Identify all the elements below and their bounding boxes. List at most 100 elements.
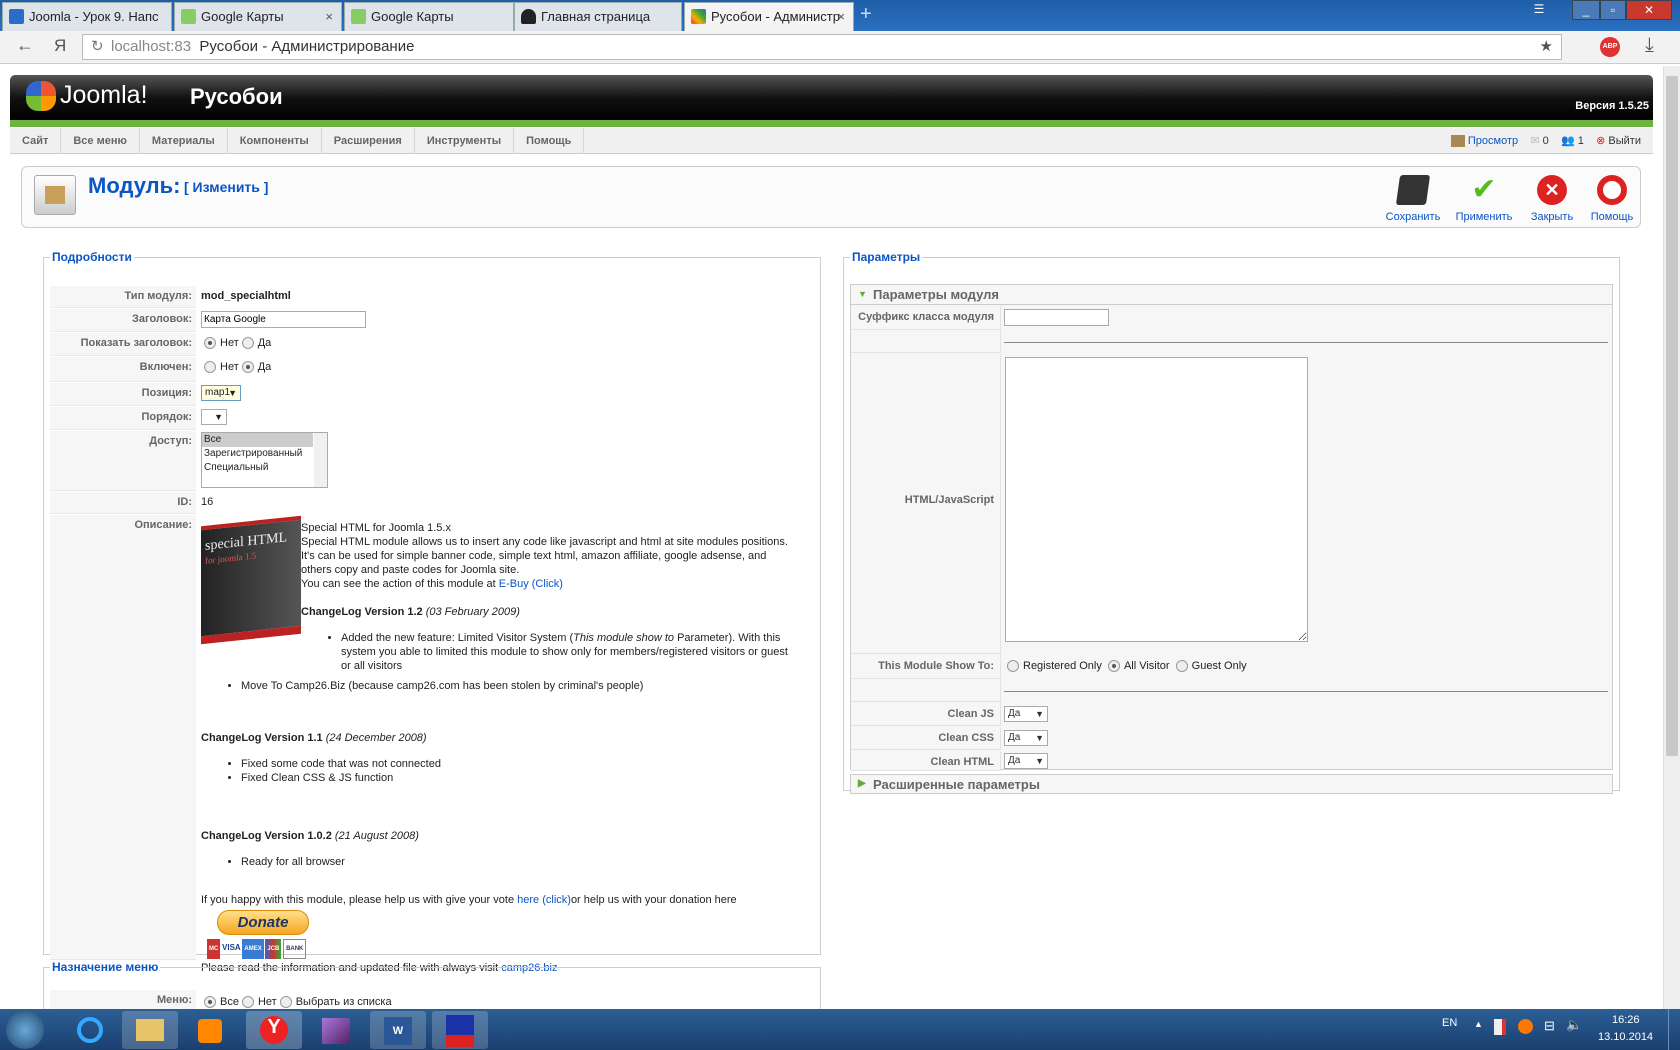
show-desktop-button[interactable] [1668,1009,1680,1050]
close-window-button[interactable]: ✕ [1626,0,1672,20]
flag-icon[interactable] [1494,1019,1506,1035]
registered-only-radio[interactable] [1007,660,1019,673]
enabled-yes-radio[interactable] [241,361,254,374]
tray-app-icon[interactable] [1518,1019,1533,1034]
page-title: Модуль: [88,173,181,198]
enabled-no-radio[interactable] [204,361,216,374]
menus-select-radio[interactable] [279,996,292,1009]
order-select[interactable]: ▼ [201,409,227,425]
tab-title: Joomla - Урок 9. Напс [29,9,159,24]
reload-icon[interactable]: ↻ [91,35,104,59]
menu-item-tools[interactable]: Инструменты [415,128,515,154]
list-item: Fixed Clean CSS & JS function [241,771,800,785]
access-listbox[interactable]: Все Зарегистрированный Специальный [201,432,328,488]
all-visitor-radio[interactable] [1107,660,1120,673]
scrollbar-thumb[interactable] [1666,76,1678,756]
yandex-button[interactable]: Я [54,36,66,56]
access-option[interactable]: Все [202,433,313,447]
position-value: map1 [205,387,231,398]
download-icon[interactable]: ⤓ [1645,34,1654,57]
ebuy-link[interactable]: E-Buy [499,578,529,590]
page-scrollbar[interactable] [1663,66,1680,1009]
users-icon: 👥 [1561,135,1575,147]
bookmark-star-icon[interactable]: ★ [1540,35,1553,59]
row-separator [851,331,1612,353]
menus-all-radio[interactable] [204,996,216,1009]
volume-icon[interactable]: 🔈 [1566,1017,1582,1033]
explorer-icon[interactable] [122,1011,178,1049]
back-button[interactable]: ← [16,35,34,56]
suffix-input[interactable] [1004,309,1109,326]
list-item: Ready for all browser [241,855,800,869]
close-icon[interactable]: × [837,9,845,24]
row-clean-js: Clean JS Да ▼ [851,703,1612,726]
network-icon[interactable]: ⊟ [1544,1018,1555,1034]
floppy-app-icon[interactable] [432,1011,488,1049]
html-javascript-textarea[interactable] [1005,357,1308,642]
save-button[interactable]: Сохранить [1381,175,1445,223]
new-tab-button[interactable]: + [860,3,872,26]
yandex-browser-icon[interactable]: Y [246,1011,302,1049]
browser-tab[interactable]: Google Карты [344,2,514,31]
vote-link[interactable]: here [517,894,539,906]
word-icon[interactable]: W [370,1011,426,1049]
scrollbar[interactable] [314,433,327,487]
minimize-button[interactable]: _ [1572,0,1600,20]
browser-tab[interactable]: Google Карты × [174,2,342,31]
tray-arrow-icon[interactable]: ▲ [1474,1019,1483,1029]
jcb-icon: JCB [265,939,282,959]
menu-item-components[interactable]: Компоненты [228,128,322,154]
title-input[interactable] [201,311,366,328]
menu-item-help[interactable]: Помощь [514,128,585,154]
advanced-params-toggle[interactable]: ▶ Расширенные параметры [850,774,1613,794]
help-label: Помощь [1590,211,1634,223]
changelog-date: (03 February 2009) [425,606,520,618]
donate-button[interactable]: Donate [217,910,309,935]
close-button[interactable]: ✕ Закрыть [1520,175,1584,223]
clock-time[interactable]: 16:26 [1612,1014,1640,1026]
menu-item-content[interactable]: Материалы [140,128,228,154]
start-button[interactable] [6,1011,44,1049]
url-input[interactable]: ↻ localhost:83 Русобои - Администрирован… [82,34,1562,60]
clean-js-select[interactable]: Да ▼ [1004,706,1048,722]
maximize-button[interactable]: ▫ [1600,0,1626,20]
menus-none-radio[interactable] [241,996,254,1009]
radio-label: Registered Only [1023,660,1102,672]
menu-item-extensions[interactable]: Расширения [322,128,415,154]
show-title-yes-radio[interactable] [241,337,254,350]
menu-item-all-menus[interactable]: Все меню [61,128,140,154]
show-title-no-radio[interactable] [204,337,216,350]
messages-count[interactable]: 0 [1543,135,1549,147]
visual-studio-icon[interactable] [308,1011,364,1049]
media-player-icon[interactable] [182,1011,238,1049]
browser-tab-active[interactable]: Русобои - Администр × [684,2,854,31]
apply-button[interactable]: ✔ Применить [1452,175,1516,224]
preview-link[interactable]: Просмотр [1468,135,1518,147]
ebuy-click-link[interactable]: (Click) [532,578,563,590]
browser-tab[interactable]: Joomla - Урок 9. Напс [2,2,172,31]
menu-icon[interactable]: ☰ [1524,0,1554,20]
amex-icon: AMEX [242,939,264,959]
position-select[interactable]: map1 ▼ [201,385,241,401]
site-icon [9,9,24,24]
clean-css-select[interactable]: Да ▼ [1004,730,1048,746]
guest-only-radio[interactable] [1175,660,1188,673]
ie-icon[interactable] [62,1011,118,1049]
adblock-icon[interactable]: ABP [1600,37,1620,57]
clock-date[interactable]: 13.10.2014 [1598,1031,1653,1043]
language-indicator[interactable]: EN [1442,1017,1457,1029]
close-icon[interactable]: × [325,9,333,24]
browser-tab[interactable]: Главная страница [514,2,682,31]
clean-html-select[interactable]: Да ▼ [1004,753,1048,769]
vote-click-link[interactable]: (click) [542,894,571,906]
logout-link[interactable]: Выйти [1608,135,1641,147]
row-html: HTML/JavaScript [851,354,1612,654]
radio-label: Guest Only [1191,660,1247,672]
access-option[interactable]: Специальный [202,461,327,475]
users-count[interactable]: 1 [1578,135,1584,147]
show-to-options: Registered Only All Visitor Guest Only [1004,660,1247,673]
access-option[interactable]: Зарегистрированный [202,447,327,461]
help-button[interactable]: Помощь [1580,175,1644,223]
module-params-toggle[interactable]: ▼ Параметры модуля [851,285,1612,305]
menu-item-site[interactable]: Сайт [10,128,62,154]
